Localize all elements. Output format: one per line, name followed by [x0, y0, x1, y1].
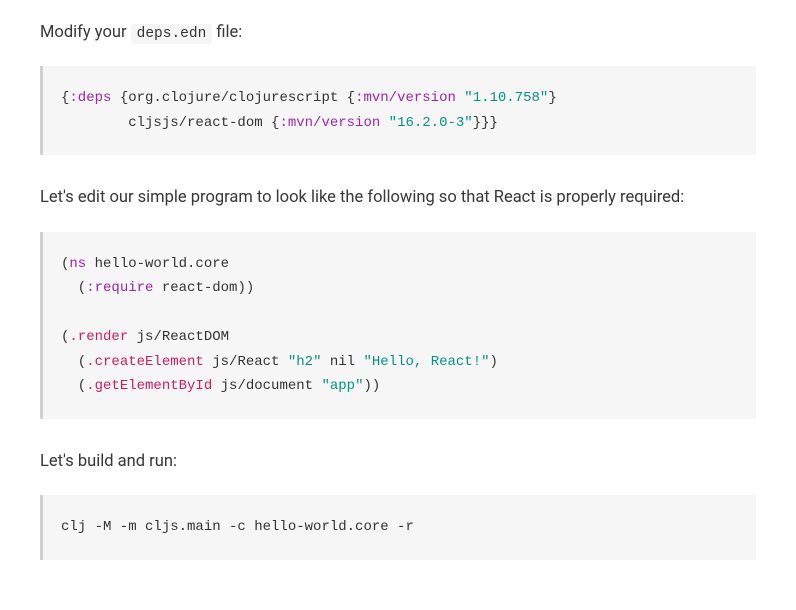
code-token: ( [61, 280, 86, 296]
paragraph-edit-program: Let's edit our simple program to look li… [40, 185, 756, 211]
code-token: cljsjs/react-dom { [61, 115, 279, 131]
code-token: ) [490, 354, 498, 370]
code-token: :mvn/version [279, 115, 380, 131]
code-token: clj -M -m cljs.main -c hello-world.core … [61, 519, 414, 535]
code-token: react-dom)) [153, 280, 254, 296]
code-token: {org.clojure/clojurescript { [111, 90, 355, 106]
text: Modify your [40, 23, 131, 42]
code-token: "16.2.0-3" [389, 115, 473, 131]
paragraph-build-run: Let's build and run: [40, 449, 756, 475]
code-token: ( [61, 378, 86, 394]
code-token: js/ReactDOM [128, 329, 229, 345]
code-token: js/React [204, 354, 288, 370]
text: file: [212, 23, 242, 42]
code-token: "Hello, React!" [363, 354, 489, 370]
code-token: } [548, 90, 556, 106]
code-token: ns [69, 256, 86, 272]
paragraph-modify: Modify your deps.edn file: [40, 20, 756, 46]
code-block-program: (ns hello-world.core (:require react-dom… [40, 232, 756, 419]
code-token: "h2" [288, 354, 322, 370]
code-token: js/document [212, 378, 321, 394]
code-token: :mvn/version [355, 90, 456, 106]
code-token: .render [69, 329, 128, 345]
code-token: .createElement [86, 354, 204, 370]
code-token: :require [86, 280, 153, 296]
code-block-run: clj -M -m cljs.main -c hello-world.core … [40, 495, 756, 560]
inline-code-deps-edn: deps.edn [131, 24, 213, 44]
code-token: ( [61, 354, 86, 370]
code-token: nil [321, 354, 363, 370]
code-token: "1.10.758" [464, 90, 548, 106]
code-token: :deps [69, 90, 111, 106]
code-token [380, 115, 388, 131]
code-token: .getElementById [86, 378, 212, 394]
code-token: hello-world.core [86, 256, 229, 272]
code-token: "app" [321, 378, 363, 394]
code-block-deps: {:deps {org.clojure/clojurescript {:mvn/… [40, 66, 756, 155]
code-token: )) [363, 378, 380, 394]
code-token: }}} [473, 115, 498, 131]
